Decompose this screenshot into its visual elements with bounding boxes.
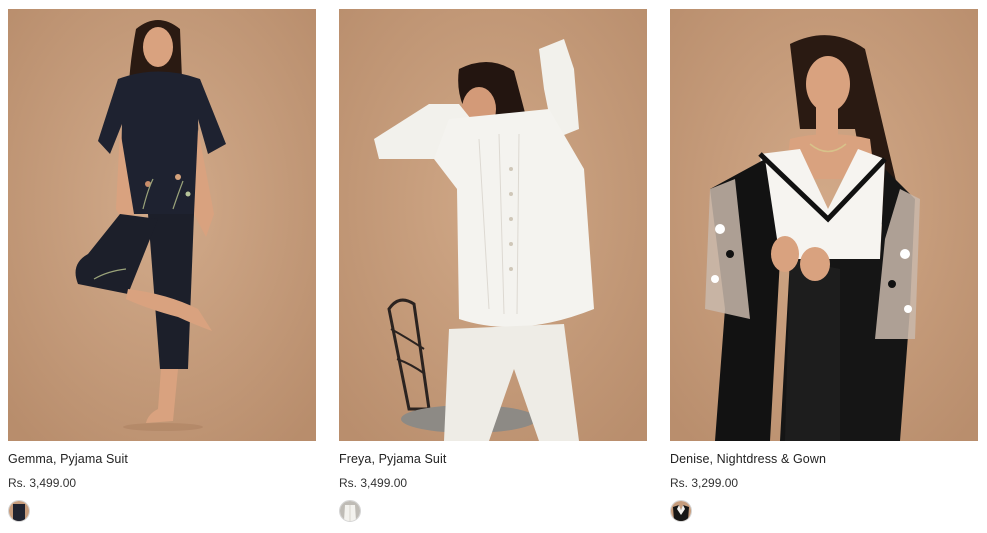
product-title[interactable]: Freya, Pyjama Suit <box>339 451 647 467</box>
product-card: Freya, Pyjama Suit Rs. 3,499.00 <box>339 9 647 522</box>
product-price: Rs. 3,299.00 <box>670 476 739 490</box>
color-swatches <box>8 500 316 522</box>
product-price: Rs. 3,499.00 <box>339 476 408 490</box>
product-grid: Gemma, Pyjama Suit Rs. 3,499.00 Freya, P… <box>0 0 987 533</box>
product-price: Rs. 3,499.00 <box>8 476 77 490</box>
product-card: Gemma, Pyjama Suit Rs. 3,499.00 <box>8 9 316 522</box>
product-title[interactable]: Gemma, Pyjama Suit <box>8 451 316 467</box>
color-swatch-black[interactable] <box>670 500 692 522</box>
color-swatch-white[interactable] <box>339 500 361 522</box>
color-swatch-navy[interactable] <box>8 500 30 522</box>
product-card: Denise, Nightdress & Gown Rs. 3,299.00 <box>670 9 978 522</box>
product-image-denise[interactable] <box>670 9 978 441</box>
product-image-gemma[interactable] <box>8 9 316 441</box>
color-swatches <box>339 500 647 522</box>
product-title[interactable]: Denise, Nightdress & Gown <box>670 451 978 467</box>
color-swatches <box>670 500 978 522</box>
product-image-freya[interactable] <box>339 9 647 441</box>
